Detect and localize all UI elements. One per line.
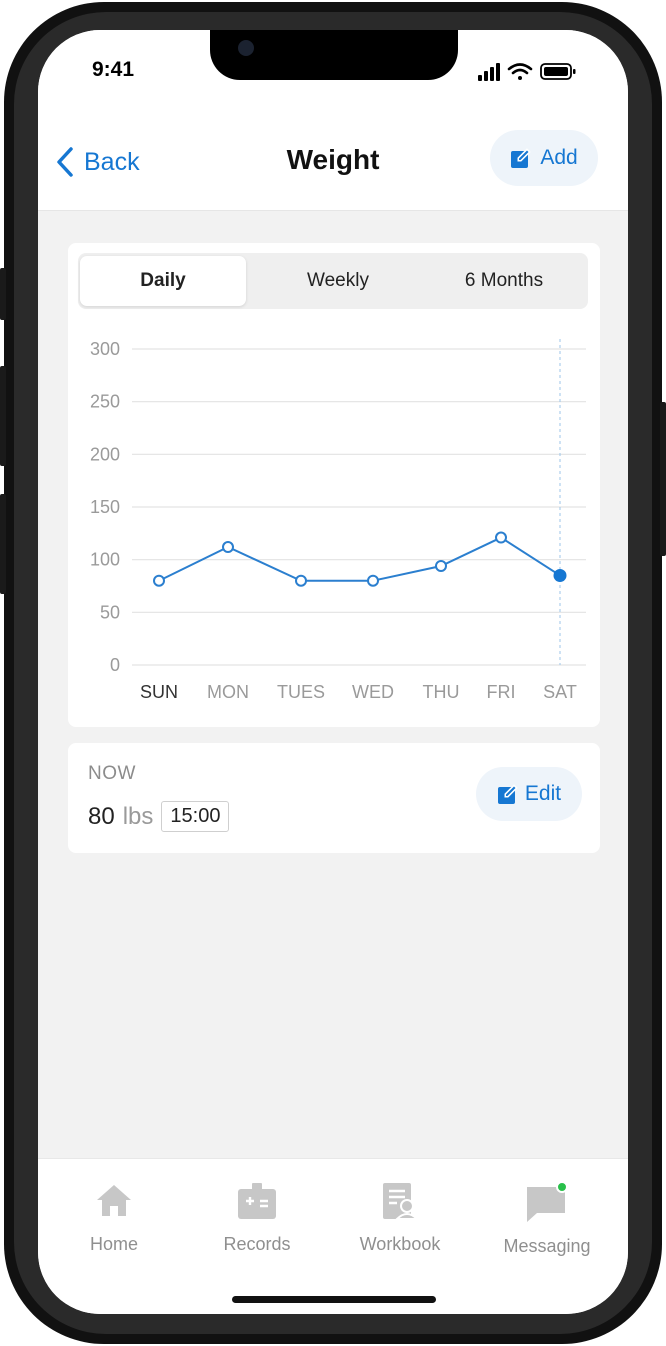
weight-line-chart: 300 250 200 150 100 50 0 SUN MON TUES WED THU FRI SAT (90, 339, 586, 702)
y-tick-label: 250 (90, 392, 120, 412)
weight-value: 80 (88, 802, 115, 830)
data-point (295, 574, 307, 587)
period-segmented-control: Daily Weekly 6 Months (78, 253, 588, 309)
records-icon (238, 1183, 276, 1219)
edit-icon (497, 784, 518, 804)
tab-bar: Home Records Workbook Messaging (38, 1158, 628, 1314)
x-tick-label: SAT (543, 682, 577, 702)
data-point (435, 559, 447, 572)
current-weight-card: NOW 80 lbs 15:00 Edit (68, 743, 600, 853)
edit-button[interactable]: Edit (476, 767, 582, 821)
volume-up-button (0, 366, 6, 466)
segment-daily[interactable]: Daily (80, 256, 246, 306)
messaging-icon (527, 1181, 568, 1222)
data-point (495, 531, 507, 544)
selected-data-point (553, 568, 567, 582)
notch (210, 30, 458, 80)
add-label: Add (540, 146, 578, 169)
front-camera (238, 40, 254, 56)
battery-icon (540, 63, 576, 80)
nav-bar: Back Weight Add (38, 122, 628, 211)
signal-icon (478, 63, 500, 81)
tab-records[interactable]: Records (187, 1181, 327, 1255)
status-icons (478, 63, 576, 81)
screen: 9:41 Back Weight Add Daily Weekly 6 Mont… (38, 30, 628, 1314)
weight-unit: lbs (122, 802, 154, 830)
tab-workbook-label: Workbook (359, 1234, 441, 1254)
mute-switch (0, 268, 6, 320)
x-tick-label: FRI (487, 682, 516, 702)
tab-home-label: Home (89, 1234, 138, 1254)
home-indicator (232, 1296, 436, 1303)
wifi-icon (507, 63, 533, 80)
x-tick-label: MON (207, 682, 249, 702)
y-tick-label: 50 (100, 602, 120, 622)
chart-card: Daily Weekly 6 Months 300 250 200 150 100 50 0… (68, 243, 600, 727)
segment-6-months[interactable]: 6 Months (424, 256, 584, 306)
home-icon (97, 1185, 131, 1216)
power-button (660, 402, 666, 556)
now-label: NOW (88, 763, 136, 784)
tab-messaging[interactable]: Messaging (477, 1181, 617, 1257)
y-tick-label: 100 (90, 550, 120, 570)
data-point (222, 541, 234, 554)
edit-label: Edit (524, 782, 562, 805)
x-tick-label: SUN (140, 682, 178, 702)
edit-icon (511, 148, 532, 168)
y-tick-label: 0 (110, 655, 120, 675)
tab-home[interactable]: Home (44, 1181, 184, 1255)
y-tick-label: 300 (90, 339, 120, 359)
tab-records-label: Records (223, 1234, 291, 1254)
y-tick-label: 200 (90, 444, 120, 464)
tab-workbook[interactable]: Workbook (330, 1181, 470, 1255)
x-tick-label: THU (423, 682, 460, 702)
add-button[interactable]: Add (490, 130, 598, 186)
workbook-icon (383, 1183, 420, 1220)
x-tick-label: TUES (277, 682, 325, 702)
status-time: 9:41 (92, 58, 135, 81)
y-tick-label: 150 (90, 497, 120, 517)
unread-badge (556, 1181, 568, 1193)
data-point (153, 574, 165, 587)
data-point (367, 574, 379, 587)
time-chip[interactable]: 15:00 (161, 801, 230, 832)
volume-down-button (0, 494, 6, 594)
tab-messaging-label: Messaging (503, 1236, 591, 1256)
current-weight: 80 lbs 15:00 (88, 801, 230, 832)
x-tick-label: WED (352, 682, 394, 702)
segment-weekly[interactable]: Weekly (254, 256, 422, 306)
